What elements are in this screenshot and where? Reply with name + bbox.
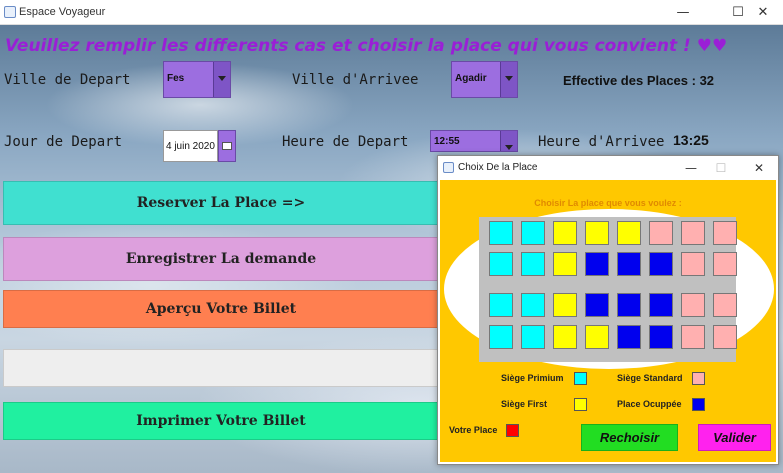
blank-button[interactable] — [3, 349, 439, 387]
seat-first-r1c4[interactable] — [585, 221, 609, 245]
seat-premium-r2c2[interactable] — [521, 252, 545, 276]
seat-premium-r4c1[interactable] — [489, 325, 513, 349]
seat-premium-r1c2[interactable] — [521, 221, 545, 245]
chevron-down-icon[interactable] — [213, 62, 230, 97]
heure-depart-value: 12:55 — [434, 136, 460, 147]
jour-depart-label: Jour de Depart — [4, 134, 123, 150]
java-app-icon — [443, 162, 454, 173]
seat-standard-r1c6[interactable] — [649, 221, 673, 245]
seat-standard-r1c7[interactable] — [681, 221, 705, 245]
ville-depart-select[interactable]: Fes — [163, 61, 231, 98]
seat-first-r4c3[interactable] — [553, 325, 577, 349]
jour-depart-field[interactable]: 4 juin 2020 — [163, 130, 218, 162]
calendar-icon — [222, 142, 232, 150]
seat-first-r4c4[interactable] — [585, 325, 609, 349]
seat-standard-r2c7[interactable] — [681, 252, 705, 276]
seat-occupied-r2c6 — [649, 252, 673, 276]
ville-arrivee-value: Agadir — [455, 73, 487, 84]
legend-standard-swatch — [692, 372, 705, 385]
legend-premium-label: Siège Primium — [501, 373, 564, 383]
seat-standard-r1c8[interactable] — [713, 221, 737, 245]
rechoisir-button[interactable]: Rechoisir — [581, 424, 678, 451]
java-app-icon — [4, 6, 16, 18]
minimize-button[interactable]: — — [663, 0, 703, 25]
seat-occupied-r3c4 — [585, 293, 609, 317]
seat-occupied-r2c4 — [585, 252, 609, 276]
seat-occupied-r2c5 — [617, 252, 641, 276]
seat-instruction: Choisir La place que vous voulez : — [534, 198, 682, 208]
legend-premium-swatch — [574, 372, 587, 385]
window-titlebar: Espace Voyageur — ☐ ✕ — [0, 0, 783, 25]
dialog-maximize-button[interactable]: ☐ — [704, 156, 738, 180]
ville-depart-value: Fes — [167, 73, 185, 84]
legend-first-label: Siège First — [501, 399, 548, 409]
seat-premium-r3c2[interactable] — [521, 293, 545, 317]
legend-standard-label: Siège Standard — [617, 373, 683, 383]
seat-first-r2c3[interactable] — [553, 252, 577, 276]
seat-first-r1c5[interactable] — [617, 221, 641, 245]
apercu-button[interactable]: Aperçu Votre Billet — [3, 290, 439, 328]
seat-occupied-r3c5 — [617, 293, 641, 317]
date-picker-button[interactable] — [218, 130, 236, 162]
ville-arrivee-label: Ville d'Arrivee — [292, 72, 419, 88]
seat-first-r1c3[interactable] — [553, 221, 577, 245]
ville-arrivee-select[interactable]: Agadir — [451, 61, 518, 98]
chevron-down-icon[interactable] — [500, 131, 517, 151]
legend-occupied-swatch — [692, 398, 705, 411]
seat-occupied-r4c5 — [617, 325, 641, 349]
ville-depart-label: Ville de Depart — [4, 72, 131, 88]
imprimer-button[interactable]: Imprimer Votre Billet — [3, 402, 439, 440]
window-title: Espace Voyageur — [19, 6, 106, 18]
legend-first-swatch — [574, 398, 587, 411]
enregistrer-button[interactable]: Enregistrer La demande — [3, 237, 439, 281]
seat-standard-r4c8[interactable] — [713, 325, 737, 349]
seat-standard-r4c7[interactable] — [681, 325, 705, 349]
seat-choice-dialog: Choix De la Place — ☐ ✕ Choisir La place… — [437, 155, 779, 465]
valider-button[interactable]: Valider — [698, 424, 771, 451]
close-button[interactable]: ✕ — [743, 0, 783, 25]
seat-premium-r3c1[interactable] — [489, 293, 513, 317]
reserver-button[interactable]: Reserver La Place => — [3, 181, 439, 225]
seat-premium-r1c1[interactable] — [489, 221, 513, 245]
legend-occupied-label: Place Ocuppée — [617, 399, 682, 409]
dialog-titlebar: Choix De la Place — ☐ ✕ — [438, 156, 778, 180]
dialog-minimize-button[interactable]: — — [674, 156, 708, 180]
seat-grid — [479, 217, 737, 362]
effective-places-label: Effective des Places : 32 — [563, 73, 715, 88]
seat-premium-r4c2[interactable] — [521, 325, 545, 349]
legend-votre-label: Votre Place — [449, 425, 498, 435]
heure-depart-label: Heure de Depart — [282, 134, 409, 150]
legend-votre-swatch — [506, 424, 519, 437]
jour-depart-value: 4 juin 2020 — [166, 141, 215, 152]
seat-premium-r2c1[interactable] — [489, 252, 513, 276]
seat-standard-r3c7[interactable] — [681, 293, 705, 317]
seat-first-r3c3[interactable] — [553, 293, 577, 317]
dialog-body: Choisir La place que vous voulez : Siège… — [440, 180, 776, 462]
seat-occupied-r3c6 — [649, 293, 673, 317]
seat-occupied-r4c6 — [649, 325, 673, 349]
seat-standard-r3c8[interactable] — [713, 293, 737, 317]
dialog-close-button[interactable]: ✕ — [742, 156, 776, 180]
chevron-down-icon[interactable] — [500, 62, 517, 97]
page-headline: Veuillez remplir les differents cas et c… — [5, 36, 728, 56]
dialog-title: Choix De la Place — [458, 162, 538, 173]
heure-arrivee-label: Heure d'Arrivee — [538, 134, 665, 150]
seat-standard-r2c8[interactable] — [713, 252, 737, 276]
heure-depart-select[interactable]: 12:55 — [430, 130, 518, 152]
heure-arrivee-value: 13:25 — [673, 132, 709, 148]
